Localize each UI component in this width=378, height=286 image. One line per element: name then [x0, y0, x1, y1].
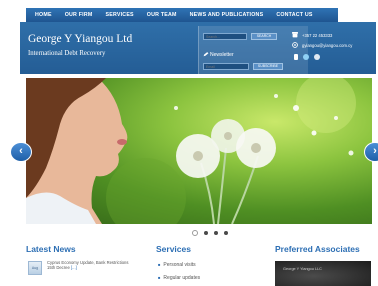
phone-icon [292, 32, 298, 38]
slider-pagination [192, 230, 228, 236]
associate-label: George Y Yiangou LLC [283, 267, 322, 271]
preferred-associates-title: Preferred Associates [275, 244, 360, 254]
top-navigation: HOME OUR FIRM SERVICES OUR TEAM NEWS AND… [0, 0, 378, 24]
nav-news-and-publications[interactable]: NEWS AND PUBLICATIONS [183, 12, 270, 18]
nav-our-firm[interactable]: OUR FIRM [58, 12, 99, 18]
slider-dot-1[interactable] [192, 230, 198, 236]
arrow-left-icon: ‹ [19, 145, 23, 157]
slider-dot-4[interactable] [224, 231, 228, 235]
slider-dot-3[interactable] [214, 231, 218, 235]
nav-bar: HOME OUR FIRM SERVICES OUR TEAM NEWS AND… [26, 8, 338, 22]
arrow-right-icon: › [373, 145, 377, 157]
email-address[interactable]: gyiangou@yiangou.com.cy [302, 43, 352, 48]
service-item-label: Personal visits [163, 262, 196, 268]
latest-news-title: Latest News [26, 244, 76, 254]
phone-number: +357 22 453333 [302, 32, 333, 38]
site-header: George Y Yiangou Ltd International Debt … [20, 22, 376, 74]
nav-our-team[interactable]: OUR TEAM [140, 12, 183, 18]
services-title: Services [156, 244, 191, 254]
hero-image [26, 78, 356, 224]
service-item[interactable]: ■ Regular updates [158, 275, 200, 281]
hero-slider [26, 78, 372, 224]
slider-dot-2[interactable] [204, 231, 208, 235]
nav-services[interactable]: SERVICES [99, 12, 140, 18]
social-icon-3[interactable] [314, 54, 320, 60]
bullet-icon: ■ [158, 262, 161, 267]
news-item[interactable]: Cyprus Economy Update, Bank Restrictions… [47, 260, 137, 270]
service-item-label: Regular updates [163, 275, 201, 281]
phone-row: +357 22 453333 [292, 30, 352, 40]
news-read-more-link[interactable]: [...] [71, 265, 77, 270]
subscribe-button[interactable]: SUBSCRIBE [253, 63, 283, 70]
social-links [294, 54, 320, 60]
search-input[interactable] [203, 33, 247, 40]
pencil-icon [203, 52, 209, 57]
email-icon [292, 42, 298, 48]
search-button[interactable]: SEARCH [251, 33, 277, 40]
brand-tagline: International Debt Recovery [28, 50, 106, 57]
nav-home[interactable]: HOME [26, 12, 58, 18]
news-date-thumb: Aug [28, 261, 42, 275]
associate-banner[interactable]: George Y Yiangou LLC [275, 261, 371, 286]
slider-prev-button[interactable]: ‹ [10, 142, 32, 162]
brand-name[interactable]: George Y Yiangou Ltd [28, 33, 132, 45]
newsletter-label: Newsletter [210, 52, 234, 58]
newsletter-heading: Newsletter [203, 52, 234, 58]
nav-contact-us[interactable]: CONTACT US [270, 12, 319, 18]
newsletter-email-input[interactable] [203, 63, 249, 70]
bullet-icon: ■ [158, 275, 161, 280]
email-row: gyiangou@yiangou.com.cy [292, 40, 352, 50]
social-icon-1[interactable] [294, 54, 298, 60]
social-icon-2[interactable] [303, 54, 309, 60]
news-item-text: Cyprus Economy Update, Bank Restrictions… [47, 260, 129, 270]
contact-info: +357 22 453333 gyiangou@yiangou.com.cy [292, 30, 352, 50]
service-item[interactable]: ■ Personal visits [158, 262, 196, 268]
